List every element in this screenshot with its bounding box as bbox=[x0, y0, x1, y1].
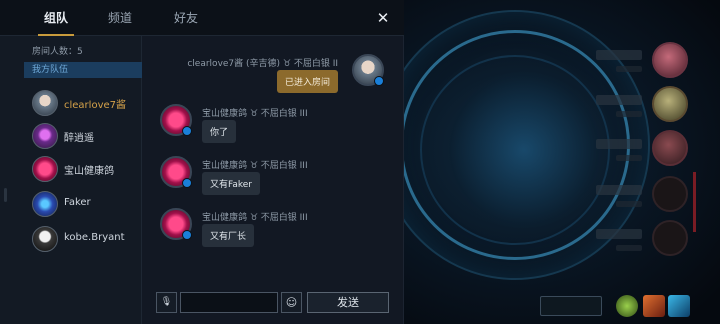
member-name: 宝山健康鸽 bbox=[64, 166, 114, 177]
player-slot-name bbox=[596, 95, 642, 105]
avatar[interactable] bbox=[160, 104, 192, 136]
gender-badge-icon bbox=[182, 178, 192, 188]
member-item[interactable]: Faker bbox=[28, 189, 140, 219]
mic-icon[interactable]: 🎙 bbox=[156, 292, 177, 313]
player-slot-avatar[interactable] bbox=[652, 42, 688, 78]
member-name: clearlove7酱 bbox=[64, 100, 126, 111]
member-name: 醉逍遥 bbox=[64, 133, 94, 144]
chat-message: 宝山健康鸽 ♉ 不屈白银 III 又有厂长 bbox=[142, 206, 404, 254]
chat-input-bar: 🎙 ☺ 发送 bbox=[142, 284, 404, 324]
team-header: 我方队伍 bbox=[24, 62, 142, 78]
player-slot-name bbox=[596, 139, 642, 149]
summoner-spell-icon[interactable] bbox=[668, 295, 690, 317]
member-item[interactable]: clearlove7酱 bbox=[28, 88, 140, 118]
scroll-indicator bbox=[693, 172, 696, 232]
tab-team[interactable]: 组队 bbox=[24, 0, 88, 36]
member-item[interactable]: 醉逍遥 bbox=[28, 121, 140, 151]
player-slot-name bbox=[596, 50, 642, 60]
message-sender: 宝山健康鸽 ♉ 不屈白银 III bbox=[202, 161, 308, 171]
avatar[interactable] bbox=[160, 208, 192, 240]
player-slot-avatar[interactable] bbox=[652, 86, 688, 122]
summoner-spell-icon[interactable] bbox=[616, 295, 638, 317]
tab-friends[interactable]: 好友 bbox=[166, 0, 206, 36]
message-sender: 宝山健康鸽 ♉ 不屈白银 III bbox=[202, 213, 308, 223]
player-slot-name bbox=[596, 185, 642, 195]
player-slot-rank bbox=[616, 111, 642, 117]
member-item[interactable]: kobe.Bryant bbox=[28, 224, 140, 254]
chat-message: 宝山健康鸽 ♉ 不屈白银 III 又有Faker bbox=[142, 154, 404, 202]
tab-channel[interactable]: 频道 bbox=[100, 0, 140, 36]
avatar[interactable] bbox=[160, 156, 192, 188]
player-slot-rank bbox=[616, 201, 642, 207]
avatar bbox=[32, 191, 58, 217]
start-game-button[interactable] bbox=[540, 296, 602, 316]
smiley-icon[interactable]: ☺ bbox=[281, 292, 302, 313]
player-slot-rank bbox=[616, 155, 642, 161]
send-button[interactable]: 发送 bbox=[307, 292, 389, 313]
player-slot-rank bbox=[616, 66, 642, 72]
avatar bbox=[32, 226, 58, 252]
chat-tabs: 组队 频道 好友 ✕ bbox=[0, 0, 404, 36]
chat-message: 宝山健康鸽 ♉ 不屈白银 III 你了 bbox=[142, 102, 404, 150]
member-item[interactable]: 宝山健康鸽 bbox=[28, 154, 140, 184]
chat-input[interactable] bbox=[180, 292, 278, 313]
gender-badge-icon bbox=[374, 76, 384, 86]
chat-panel: 组队 频道 好友 ✕ 房间人数：5 我方队伍 clearlove7酱 醉逍遥 宝… bbox=[0, 0, 404, 324]
avatar bbox=[32, 123, 58, 149]
chat-message-self: clearlove7酱 (辛吉德) ♉ 不屈白银 II 已进入房间 bbox=[142, 46, 404, 96]
resize-handle[interactable] bbox=[4, 188, 7, 202]
message-bubble: 你了 bbox=[202, 120, 237, 143]
gender-badge-icon bbox=[182, 230, 192, 240]
player-slot-avatar[interactable] bbox=[652, 220, 688, 256]
portal-ring-inner bbox=[420, 55, 610, 245]
message-list: clearlove7酱 (辛吉德) ♉ 不屈白银 II 已进入房间 宝山健康鸽 … bbox=[142, 36, 404, 284]
member-name: Faker bbox=[64, 197, 91, 208]
player-slot-rank bbox=[616, 245, 642, 251]
message-bubble: 又有厂长 bbox=[202, 224, 255, 247]
player-slot-name bbox=[596, 229, 642, 239]
message-sender: clearlove7酱 (辛吉德) ♉ 不屈白银 II bbox=[187, 59, 338, 69]
player-slot-avatar[interactable] bbox=[652, 130, 688, 166]
close-icon[interactable]: ✕ bbox=[372, 7, 394, 29]
avatar bbox=[32, 156, 58, 182]
message-sender: 宝山健康鸽 ♉ 不屈白银 III bbox=[202, 109, 308, 119]
room-member-count: 房间人数：5 bbox=[32, 47, 83, 57]
message-bubble: 已进入房间 bbox=[276, 70, 338, 93]
member-name: kobe.Bryant bbox=[64, 232, 125, 243]
player-slot-avatar[interactable] bbox=[652, 176, 688, 212]
avatar[interactable] bbox=[352, 54, 384, 86]
team-sidebar: 房间人数：5 我方队伍 clearlove7酱 醉逍遥 宝山健康鸽 Faker … bbox=[0, 36, 142, 324]
gender-badge-icon bbox=[182, 126, 192, 136]
avatar bbox=[32, 90, 58, 116]
summoner-spell-icon[interactable] bbox=[643, 295, 665, 317]
message-bubble: 又有Faker bbox=[202, 172, 260, 195]
